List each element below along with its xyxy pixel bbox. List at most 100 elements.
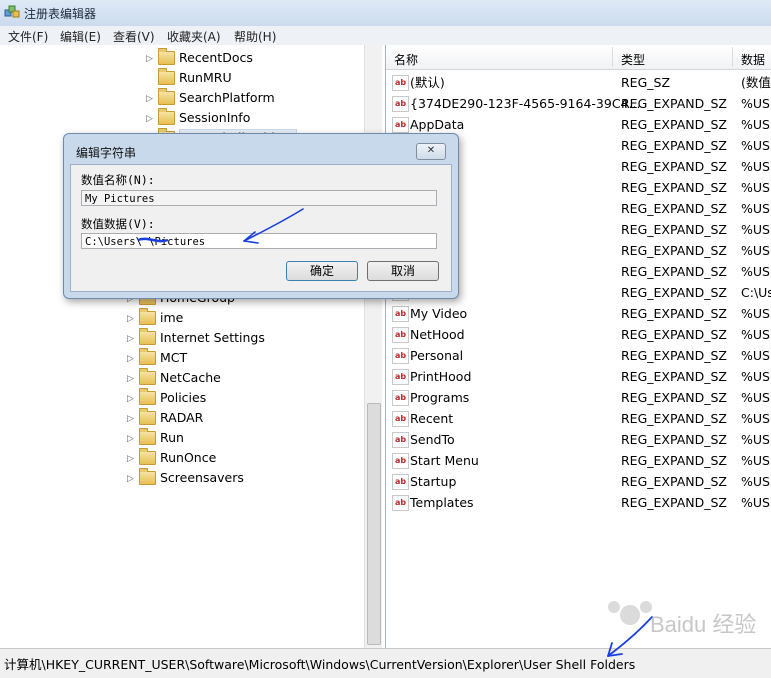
expand-arrow-icon[interactable]: ▷ xyxy=(146,49,154,69)
tree-item-label: Policies xyxy=(160,390,207,405)
expand-arrow-icon[interactable]: ▷ xyxy=(127,429,135,449)
dialog-title: 编辑字符串 xyxy=(76,146,137,160)
tree-item[interactable]: ▷ RunOnce xyxy=(127,447,216,469)
value-type: REG_EXPAND_SZ xyxy=(621,264,727,279)
tree-item[interactable]: ▷ Policies xyxy=(127,387,207,409)
tree-item[interactable]: ▷ SearchPlatform xyxy=(146,87,275,109)
value-data: %USE xyxy=(741,327,771,342)
folder-icon xyxy=(139,347,156,365)
string-value-icon: ab xyxy=(392,474,409,490)
header-data[interactable]: 数据 xyxy=(741,51,765,68)
list-header: 名称 类型 数据 xyxy=(386,45,771,70)
tree-item-label: SessionInfo xyxy=(179,110,251,125)
value-name: Programs xyxy=(410,390,470,405)
expand-arrow-icon[interactable]: ▷ xyxy=(127,389,135,409)
close-icon[interactable]: ✕ xyxy=(416,143,446,160)
string-value-icon: ab xyxy=(392,390,409,406)
value-name: Personal xyxy=(410,348,464,363)
tree-item[interactable]: ▷ Screensavers xyxy=(127,467,244,489)
expand-arrow-icon[interactable]: ▷ xyxy=(127,469,135,489)
value-name: AppData xyxy=(410,117,465,132)
value-data: %USE xyxy=(741,411,771,426)
value-type: REG_EXPAND_SZ xyxy=(621,201,727,216)
value-type: REG_EXPAND_SZ xyxy=(621,96,727,111)
tree-item-label: MCT xyxy=(160,350,188,365)
value-type: REG_EXPAND_SZ xyxy=(621,369,727,384)
value-name: My Video xyxy=(410,306,468,321)
tree-item[interactable]: ▷ ime xyxy=(127,307,183,329)
list-row[interactable]: abStartup REG_EXPAND_SZ %USE xyxy=(386,471,771,492)
value-data: %USE xyxy=(741,138,771,153)
expand-arrow-icon[interactable]: ▷ xyxy=(127,449,135,469)
value-type: REG_EXPAND_SZ xyxy=(621,495,727,510)
value-data: %USE xyxy=(741,180,771,195)
value-data: %USE xyxy=(741,348,771,363)
value-data: (数值未 xyxy=(741,75,771,90)
tree-item[interactable]: ▷ MCT xyxy=(127,347,188,369)
tree-item-label: Screensavers xyxy=(160,470,244,485)
expand-arrow-icon[interactable]: ▷ xyxy=(127,409,135,429)
list-row[interactable]: ab(默认) REG_SZ (数值未 xyxy=(386,72,771,93)
value-name: (默认) xyxy=(410,75,445,90)
string-value-icon: ab xyxy=(392,75,409,91)
list-row[interactable]: abStart Menu REG_EXPAND_SZ %USE xyxy=(386,450,771,471)
value-type: REG_EXPAND_SZ xyxy=(621,390,727,405)
list-row[interactable]: abPersonal REG_EXPAND_SZ %USE xyxy=(386,345,771,366)
list-row[interactable]: abAppData REG_EXPAND_SZ %USE xyxy=(386,114,771,135)
list-row[interactable]: abPrintHood REG_EXPAND_SZ %USE xyxy=(386,366,771,387)
tree-item[interactable]: RunMRU xyxy=(146,67,232,88)
list-row[interactable]: abSendTo REG_EXPAND_SZ %USE xyxy=(386,429,771,450)
registry-editor-icon xyxy=(4,5,20,18)
string-value-icon: ab xyxy=(392,96,409,112)
list-row[interactable]: abMy Video REG_EXPAND_SZ %USE xyxy=(386,303,771,324)
string-value-icon: ab xyxy=(392,117,409,133)
folder-icon xyxy=(139,427,156,445)
expand-arrow-icon[interactable]: ▷ xyxy=(127,309,135,329)
ok-button[interactable]: 确定 xyxy=(286,261,358,281)
string-value-icon: ab xyxy=(392,411,409,427)
tree-item[interactable]: ▷ Run xyxy=(127,427,184,449)
list-row[interactable]: abRecent REG_EXPAND_SZ %USE xyxy=(386,408,771,429)
tree-item[interactable]: ▷ Internet Settings xyxy=(127,327,265,349)
string-value-icon: ab xyxy=(392,327,409,343)
tree-item[interactable]: ▷ RADAR xyxy=(127,407,204,429)
menu-view[interactable]: 查看(V) xyxy=(113,28,155,45)
title-bar: 注册表编辑器 xyxy=(0,0,771,27)
value-name: {374DE290-123F-4565-9164-39C4... xyxy=(410,96,641,111)
header-name[interactable]: 名称 xyxy=(394,51,418,68)
value-data: %USE xyxy=(741,264,771,279)
list-row[interactable]: abPrograms REG_EXPAND_SZ %USE xyxy=(386,387,771,408)
tree-item[interactable]: ▷ NetCache xyxy=(127,367,221,389)
tree-item-label: Run xyxy=(160,430,184,445)
expand-arrow-icon[interactable]: ▷ xyxy=(127,369,135,389)
value-data: %USE xyxy=(741,474,771,489)
dialog-body: 数值名称(N): My Pictures 数值数据(V): C:\Users\ … xyxy=(70,164,452,292)
menu-help[interactable]: 帮助(H) xyxy=(234,28,276,45)
tree-item[interactable]: ▷ SessionInfo xyxy=(146,107,251,129)
folder-icon xyxy=(139,407,156,425)
expand-arrow-icon[interactable]: ▷ xyxy=(146,89,154,109)
expand-arrow-icon[interactable]: ▷ xyxy=(127,349,135,369)
tree-item-label: SearchPlatform xyxy=(179,90,275,105)
tree-item[interactable]: ▷ RecentDocs xyxy=(146,47,253,69)
value-data-field[interactable]: C:\Users\ \Pictures xyxy=(81,233,437,249)
status-path: 计算机\HKEY_CURRENT_USER\Software\Microsoft… xyxy=(4,657,636,672)
tree-item-label: RADAR xyxy=(160,410,204,425)
list-row[interactable]: abNetHood REG_EXPAND_SZ %USE xyxy=(386,324,771,345)
value-name-field[interactable]: My Pictures xyxy=(81,190,437,206)
status-bar: 计算机\HKEY_CURRENT_USER\Software\Microsoft… xyxy=(0,648,771,678)
cancel-button[interactable]: 取消 xyxy=(367,261,439,281)
tree-item-label: RunMRU xyxy=(179,70,232,85)
value-type: REG_EXPAND_SZ xyxy=(621,411,727,426)
menu-edit[interactable]: 编辑(E) xyxy=(60,28,101,45)
scrollbar-thumb[interactable] xyxy=(367,403,381,645)
value-name-label: 数值名称(N): xyxy=(81,173,155,187)
header-type[interactable]: 类型 xyxy=(621,51,645,68)
expand-arrow-icon[interactable]: ▷ xyxy=(127,329,135,349)
list-row[interactable]: ab {374DE290-123F-4565-9164-39C4... REG_EX… xyxy=(386,93,771,114)
expand-arrow-icon[interactable]: ▷ xyxy=(146,109,154,129)
menu-favorites[interactable]: 收藏夹(A) xyxy=(167,28,221,45)
list-row[interactable]: abTemplates REG_EXPAND_SZ %USE xyxy=(386,492,771,513)
menu-file[interactable]: 文件(F) xyxy=(8,28,48,45)
value-type: REG_EXPAND_SZ xyxy=(621,243,727,258)
